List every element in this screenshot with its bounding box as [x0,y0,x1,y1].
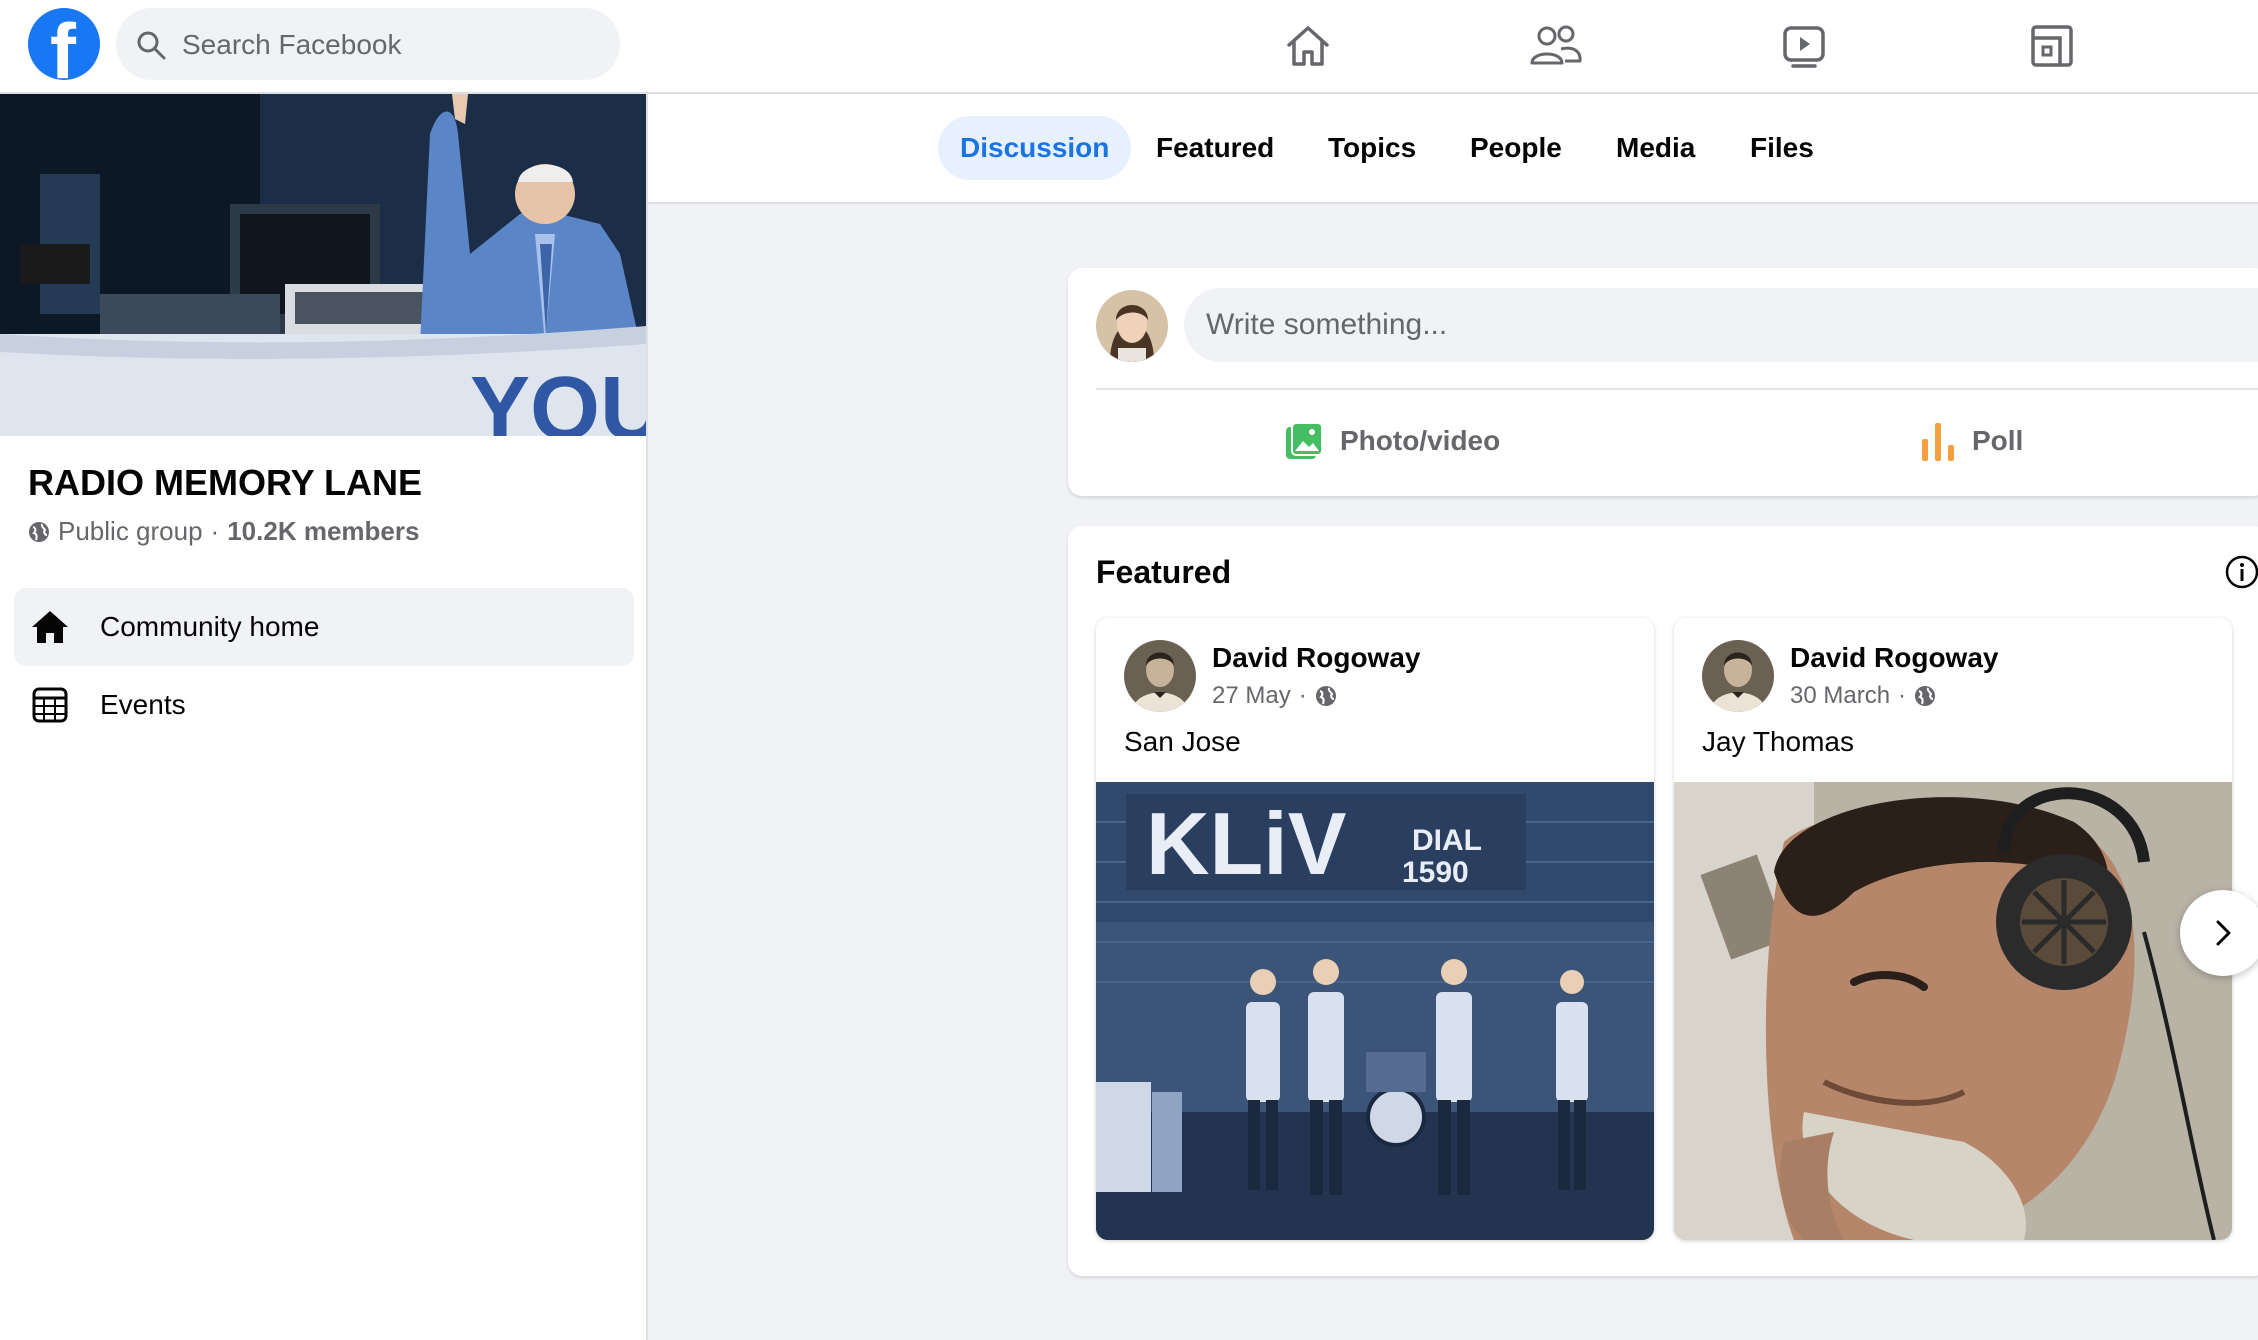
gaming-icon [2031,25,2073,67]
author-avatar[interactable] [1702,640,1774,712]
carousel-next-button[interactable] [2180,890,2258,976]
sidebar-item-label: Community home [100,611,320,642]
featured-title: Featured [1096,554,1232,590]
group-tabs: Discussion Featured Topics People Media … [648,94,2258,204]
photo-video-label: Photo/video [1340,425,1501,456]
meta-separator: · [210,516,220,546]
user-avatar[interactable] [1096,290,1168,362]
post-photo[interactable]: KLiV DIAL 1590 [1096,782,1654,1240]
poll-button[interactable]: Poll [1918,406,2023,476]
chevron-right-icon [2216,920,2231,946]
tab-files[interactable]: Files [1728,116,1836,180]
photo-icon [1286,422,1323,459]
globe-icon [1915,686,1936,706]
post-meta: 27 May · [1212,682,1337,710]
group-cover-photo[interactable]: YOU [0,94,646,436]
nav-home[interactable] [1280,18,1336,74]
photo-sign-dial: DIAL [1412,824,1482,857]
tab-discussion[interactable]: Discussion [938,116,1132,180]
home-icon [28,605,72,649]
home-icon [1287,26,1329,66]
featured-post-card[interactable]: David Rogoway 30 March · Jay Thomas [1674,618,2232,1240]
nav-gaming[interactable] [2024,18,2080,74]
search-input[interactable] [180,8,604,82]
meta-dot: · [1898,682,1907,709]
group-privacy: Public group [58,516,203,546]
cover-photo-image: YOU [0,94,646,436]
tab-topics[interactable]: Topics [1306,116,1438,180]
meta-dot: · [1298,682,1307,709]
photo-video-button[interactable]: Photo/video [1282,406,1500,476]
author-avatar[interactable] [1124,640,1196,712]
friends-icon [1530,25,1582,65]
nav-watch[interactable] [1776,18,1832,74]
group-sidebar: YOU RADIO MEMORY LANE Public group · 10.… [0,94,648,1340]
post-date[interactable]: 27 May [1212,682,1291,710]
composer-divider [1096,388,2258,390]
calendar-icon [28,683,72,727]
photo-sign-main: KLiV [1146,794,1347,893]
post-text: San Jose [1124,726,1241,757]
featured-section: Featured David Rogoway 27 May · San Jose [1068,526,2258,1276]
post-composer: Photo/video Poll [1068,268,2258,496]
sidebar-item-label: Events [100,689,186,720]
cover-banner-text: YOU [470,359,646,436]
search-icon [137,31,166,60]
poll-label: Poll [1972,425,2024,456]
post-photo[interactable] [1674,782,2232,1240]
group-members[interactable]: 10.2K members [227,516,419,547]
tab-featured[interactable]: Featured [1134,116,1296,180]
poll-icon [1922,423,1954,461]
globe-icon [29,521,49,542]
author-name[interactable]: David Rogoway [1790,642,1998,674]
facebook-logo-letter: f [50,8,76,80]
featured-post-card[interactable]: David Rogoway 27 May · San Jose KLiV DIA… [1096,618,1654,1240]
write-something-input[interactable] [1184,288,2258,362]
nav-friends[interactable] [1528,18,1584,74]
tab-people[interactable]: People [1448,116,1584,180]
search-box[interactable] [116,8,620,82]
author-name[interactable]: David Rogoway [1212,642,1420,674]
facebook-logo[interactable]: f [28,8,100,80]
post-text: Jay Thomas [1702,726,1854,757]
top-bar: f [0,0,2258,94]
group-name[interactable]: RADIO MEMORY LANE [28,462,422,504]
tab-media[interactable]: Media [1594,116,1717,180]
watch-icon [1783,26,1825,68]
post-meta: 30 March · [1790,682,1936,710]
globe-icon [1315,686,1336,706]
group-meta: Public group · 10.2K members [28,516,419,547]
photo-sign-freq: 1590 [1402,856,1469,889]
post-date[interactable]: 30 March [1790,682,1890,710]
sidebar-item-community-home[interactable]: Community home [14,588,634,666]
sidebar-item-events[interactable]: Events [14,666,634,744]
info-icon[interactable] [2224,554,2258,590]
